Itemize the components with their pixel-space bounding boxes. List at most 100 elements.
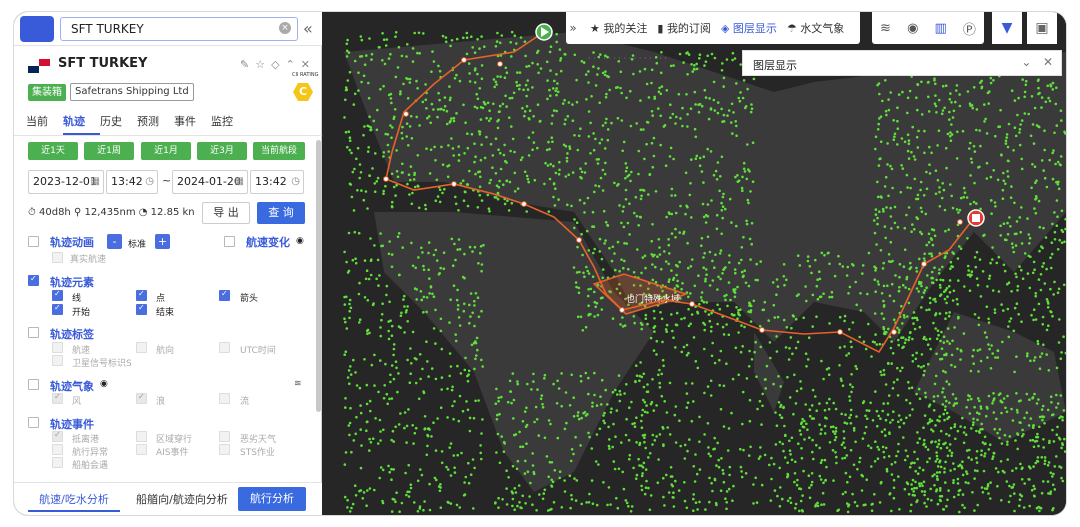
ship-dot[interactable]: [474, 155, 477, 158]
ship-dot[interactable]: [889, 164, 892, 168]
ship-dot[interactable]: [634, 477, 638, 481]
ship-dot[interactable]: [848, 475, 852, 479]
ship-dot[interactable]: [1007, 122, 1011, 126]
ship-dot[interactable]: [975, 456, 978, 460]
ship-dot[interactable]: [739, 447, 742, 451]
ship-dot[interactable]: [742, 235, 745, 239]
ship-dot[interactable]: [982, 234, 985, 237]
ship-dot[interactable]: [521, 494, 524, 498]
ship-dot[interactable]: [992, 392, 995, 395]
ship-dot[interactable]: [1061, 442, 1064, 445]
ship-dot[interactable]: [499, 75, 502, 78]
ship-dot[interactable]: [938, 419, 941, 423]
ship-dot[interactable]: [721, 325, 725, 329]
ship-dot[interactable]: [381, 59, 384, 62]
ship-dot[interactable]: [729, 298, 732, 302]
ship-dot[interactable]: [634, 364, 638, 368]
ship-dot[interactable]: [947, 285, 951, 288]
ship-dot[interactable]: [1020, 167, 1024, 171]
ship-dot[interactable]: [551, 480, 555, 484]
ship-dot[interactable]: [890, 227, 893, 230]
ship-dot[interactable]: [794, 502, 798, 506]
ship-dot[interactable]: [876, 195, 880, 199]
ship-dot[interactable]: [940, 347, 944, 351]
ship-dot[interactable]: [713, 477, 717, 481]
ship-dot[interactable]: [347, 130, 351, 133]
ship-dot[interactable]: [362, 491, 366, 494]
ship-dot[interactable]: [721, 120, 724, 123]
ship-dot[interactable]: [385, 284, 389, 288]
ship-dot[interactable]: [1008, 484, 1011, 488]
ship-dot[interactable]: [759, 345, 763, 349]
ship-dot[interactable]: [634, 195, 638, 199]
ship-dot[interactable]: [848, 328, 851, 331]
ship-dot[interactable]: [1056, 248, 1060, 251]
ship-dot[interactable]: [879, 370, 882, 374]
ship-dot[interactable]: [877, 122, 880, 126]
ship-dot[interactable]: [500, 395, 503, 399]
ship-dot[interactable]: [575, 221, 579, 224]
ship-dot[interactable]: [769, 356, 772, 360]
ship-dot[interactable]: [504, 66, 508, 70]
ship-dot[interactable]: [1052, 293, 1055, 296]
ship-dot[interactable]: [957, 279, 960, 282]
ship-dot[interactable]: [443, 187, 446, 191]
ship-dot[interactable]: [1018, 493, 1022, 496]
ship-dot[interactable]: [605, 117, 608, 121]
ship-dot[interactable]: [913, 228, 916, 231]
ship-dot[interactable]: [1020, 206, 1023, 209]
ship-dot[interactable]: [579, 444, 582, 447]
ship-dot[interactable]: [553, 204, 557, 207]
ship-dot[interactable]: [410, 241, 413, 245]
ship-dot[interactable]: [1051, 314, 1054, 318]
ship-dot[interactable]: [825, 417, 828, 420]
ship-dot[interactable]: [920, 284, 923, 288]
ship-dot[interactable]: [899, 190, 903, 194]
ship-dot[interactable]: [679, 204, 682, 208]
ship-dot[interactable]: [1040, 456, 1044, 459]
ship-dot[interactable]: [927, 110, 931, 113]
ship-dot[interactable]: [916, 197, 920, 201]
ship-dot[interactable]: [1028, 398, 1031, 402]
ship-dot[interactable]: [843, 446, 847, 450]
ship-dot[interactable]: [367, 96, 371, 100]
ship-dot[interactable]: [950, 363, 953, 367]
ship-dot[interactable]: [684, 382, 688, 385]
ship-dot[interactable]: [597, 158, 600, 161]
ship-dot[interactable]: [379, 334, 383, 338]
ship-dot[interactable]: [958, 208, 962, 212]
ship-dot[interactable]: [452, 284, 456, 288]
ship-dot[interactable]: [755, 501, 759, 504]
ship-dot[interactable]: [525, 174, 529, 178]
ship-dot[interactable]: [391, 429, 395, 433]
ship-dot[interactable]: [838, 364, 841, 367]
ship-dot[interactable]: [673, 413, 677, 417]
ship-dot[interactable]: [1023, 90, 1027, 94]
ship-dot[interactable]: [380, 318, 383, 322]
ship-dot[interactable]: [394, 35, 397, 38]
ship-dot[interactable]: [489, 178, 493, 182]
ship-dot[interactable]: [643, 433, 647, 437]
ship-dot[interactable]: [754, 278, 757, 282]
toolbar-favorites[interactable]: ★ 我的关注: [590, 20, 647, 36]
ship-dot[interactable]: [933, 102, 937, 105]
ship-dot[interactable]: [725, 323, 728, 326]
ship-dot[interactable]: [486, 193, 490, 197]
ship-dot[interactable]: [661, 358, 665, 362]
ship-dot[interactable]: [737, 179, 741, 182]
ship-dot[interactable]: [982, 469, 986, 473]
ship-dot[interactable]: [1018, 498, 1022, 502]
ship-dot[interactable]: [492, 78, 496, 81]
ship-dot[interactable]: [1061, 230, 1065, 234]
ship-dot[interactable]: [920, 353, 924, 356]
ship-dot[interactable]: [862, 340, 866, 344]
ship-dot[interactable]: [377, 284, 380, 287]
ship-dot[interactable]: [398, 273, 401, 277]
ship-dot[interactable]: [735, 124, 738, 128]
ship-dot[interactable]: [905, 213, 908, 217]
ship-dot[interactable]: [563, 52, 566, 56]
ship-dot[interactable]: [598, 101, 601, 105]
ship-dot[interactable]: [923, 438, 926, 442]
ship-dot[interactable]: [710, 52, 714, 56]
ship-dot[interactable]: [958, 245, 961, 248]
